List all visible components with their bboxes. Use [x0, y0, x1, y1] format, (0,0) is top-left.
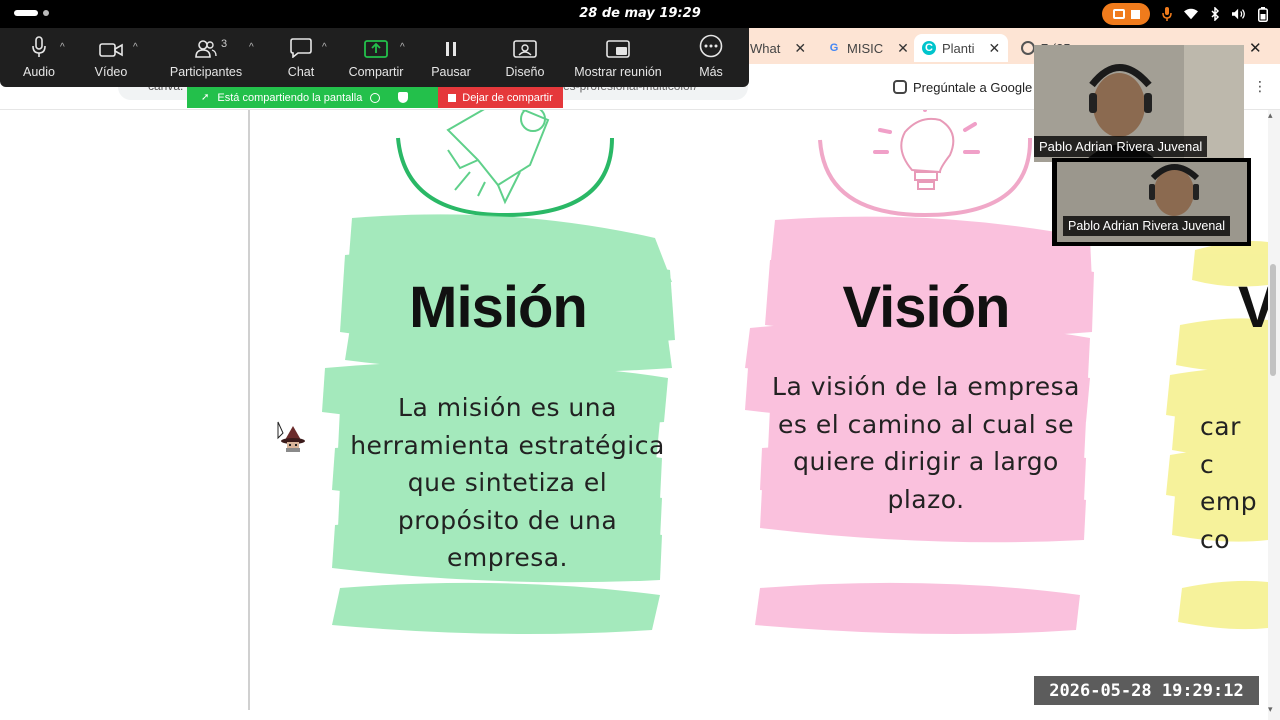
values-title: V	[1238, 275, 1268, 340]
zoom-meeting-toolbar: Audio ^ Vídeo ^ Participantes 3 ^ Chat ^	[0, 28, 749, 87]
google-icon: G	[829, 42, 839, 54]
self-video-tile[interactable]: Pablo Adrian Rivera Juvenal	[1052, 158, 1251, 246]
rocket-icon	[396, 110, 614, 218]
recording-timestamp: 2026-05-28 19:29:12	[1034, 676, 1259, 705]
video-camera-icon	[99, 34, 123, 58]
layout-label: Diseño	[505, 65, 545, 79]
wizard-cursor-icon	[277, 421, 305, 452]
sharing-status-label: Está compartiendo la pantalla	[217, 91, 363, 104]
sharing-arrow-icon: ➚	[201, 92, 210, 103]
scrollbar-track[interactable]	[1268, 110, 1280, 720]
stop-sharing-button[interactable]: Dejar de compartir	[438, 87, 563, 108]
mision-text: La misión es una herramienta estratégica…	[350, 393, 665, 572]
pause-share-button[interactable]: Pausar	[428, 28, 474, 87]
chat-options-chevron-icon[interactable]: ^	[322, 42, 327, 53]
audio-options-chevron-icon[interactable]: ^	[60, 42, 65, 53]
mision-title: Misión	[409, 275, 588, 340]
show-meeting-icon	[606, 34, 630, 58]
show-meeting-button[interactable]: Mostrar reunión	[568, 28, 668, 87]
scroll-up-icon[interactable]: ▴	[1268, 110, 1273, 121]
stop-sharing-label: Dejar de compartir	[462, 91, 553, 104]
close-tab-icon[interactable]: ✕	[794, 40, 806, 57]
screen-recording-indicator[interactable]	[1102, 3, 1150, 25]
chat-bubble-icon	[290, 34, 312, 58]
close-tab-icon[interactable]: ✕	[989, 40, 1001, 57]
battery-icon	[1256, 6, 1270, 22]
scroll-down-icon[interactable]: ▾	[1268, 704, 1273, 715]
audio-button[interactable]: Audio	[12, 28, 66, 87]
close-tab-icon[interactable]: ✕	[897, 40, 909, 57]
share-options-chevron-icon[interactable]: ^	[400, 42, 405, 53]
more-button[interactable]: Más	[690, 28, 732, 87]
microphone-icon	[31, 34, 47, 58]
os-clock[interactable]: 28 de may 19:29	[0, 6, 1280, 21]
google-lens-icon	[893, 80, 907, 94]
browser-menu-icon[interactable]: ⋮	[1253, 78, 1267, 95]
info-icon[interactable]	[370, 92, 381, 103]
vision-text: La visión de la empresa es el camino al …	[772, 372, 1080, 514]
system-tray	[1102, 3, 1270, 25]
participants-options-chevron-icon[interactable]: ^	[249, 42, 254, 53]
layout-button[interactable]: Diseño	[502, 28, 548, 87]
audio-label: Audio	[23, 65, 55, 79]
pause-icon	[443, 34, 459, 58]
globe-icon	[1021, 41, 1035, 55]
stop-icon	[1130, 9, 1140, 19]
participant-name-label: Pablo Adrian Rivera Juvenal	[1034, 136, 1208, 157]
participants-button[interactable]: Participantes	[165, 28, 247, 87]
video-options-chevron-icon[interactable]: ^	[133, 42, 138, 53]
browser-tab[interactable]: G MISIC ✕	[827, 34, 909, 62]
scrollbar-thumb[interactable]	[1270, 264, 1276, 376]
participants-icon	[195, 34, 217, 58]
bluetooth-icon	[1208, 7, 1222, 21]
values-text: car c emp co	[1200, 412, 1258, 554]
participants-label: Participantes	[169, 65, 243, 79]
close-icon: ✕	[1249, 40, 1262, 57]
browser-tab[interactable]: What ✕	[750, 34, 806, 62]
video-button[interactable]: Vídeo	[86, 28, 136, 87]
microphone-icon	[1160, 7, 1174, 21]
participant-count: 3	[221, 38, 228, 50]
ask-google-label: Pregúntale a Google	[913, 79, 1033, 95]
participant-video-main[interactable]: Pablo Adrian Rivera Juvenal	[1034, 45, 1244, 162]
volume-icon	[1232, 7, 1246, 21]
sharing-status[interactable]: ➚ Está compartiendo la pantalla	[187, 87, 438, 108]
self-video: Pablo Adrian Rivera Juvenal	[1057, 162, 1247, 242]
chat-label: Chat	[287, 65, 315, 79]
screen: 28 de may 19:29 What ✕ G MISIC ✕ C Plant…	[0, 0, 1280, 720]
os-top-bar: 28 de may 19:29	[0, 0, 1280, 28]
tab-title: What	[750, 40, 781, 56]
chat-button[interactable]: Chat	[280, 28, 322, 87]
close-window-button[interactable]: ✕	[1249, 34, 1262, 62]
browser-tab-active[interactable]: C Planti ✕	[914, 34, 1009, 62]
tab-title: Planti	[942, 40, 975, 56]
vision-title: Visión	[842, 275, 1011, 340]
self-name-label: Pablo Adrian Rivera Juvenal	[1063, 216, 1231, 236]
share-screen-button[interactable]: Compartir	[343, 28, 409, 87]
screen-sharing-banner: ➚ Está compartiendo la pantalla Dejar de…	[187, 87, 563, 108]
video-label: Vídeo	[94, 65, 128, 79]
share-screen-icon	[364, 34, 388, 58]
tab-title: MISIC	[847, 40, 884, 56]
show-meeting-label: Mostrar reunión	[574, 65, 662, 79]
screencast-icon	[1112, 9, 1125, 19]
layout-icon	[513, 34, 537, 58]
pause-label: Pausar	[431, 65, 471, 79]
shield-icon[interactable]	[398, 92, 409, 103]
lightbulb-icon	[818, 110, 1033, 218]
more-label: Más	[699, 65, 723, 79]
wifi-icon	[1184, 7, 1198, 21]
ask-google-button[interactable]: Pregúntale a Google	[893, 76, 1032, 98]
canva-icon: C	[922, 41, 936, 55]
stop-icon	[448, 93, 457, 102]
share-screen-label: Compartir	[348, 65, 404, 79]
more-options-icon	[699, 34, 723, 58]
